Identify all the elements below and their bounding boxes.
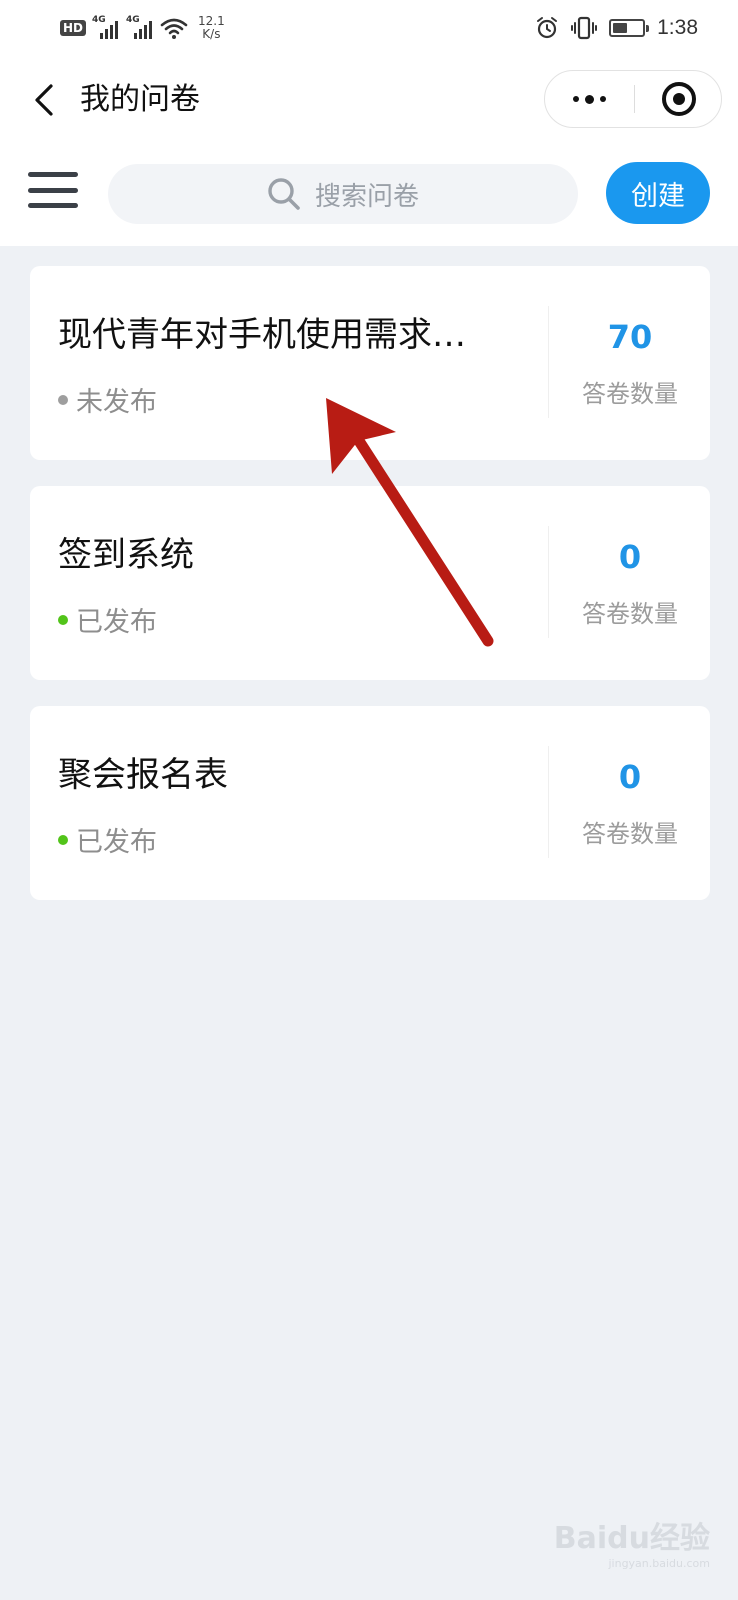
baidu-watermark: Baidu经验 jingyan.baidu.com: [554, 1513, 710, 1570]
response-count: 0: [618, 758, 642, 796]
survey-status-label: 已发布: [76, 827, 157, 858]
signal-icon: 4G: [92, 15, 120, 39]
watermark-url: jingyan.baidu.com: [608, 1557, 710, 1570]
status-dot-icon: [58, 834, 68, 845]
survey-status: 已发布: [58, 820, 157, 859]
survey-card[interactable]: 现代青年对手机使用需求… 未发布 70 答卷数量: [30, 266, 710, 460]
network-speed-unit: K/s: [202, 27, 221, 41]
survey-title: 聚会报名表: [58, 755, 228, 795]
network-type-label: 4G: [92, 15, 106, 25]
wifi-icon: [160, 18, 188, 39]
signal-icon: 4G: [126, 15, 154, 39]
response-count-label: 答卷数量: [582, 600, 678, 628]
status-right-group: 1:38: [535, 14, 698, 42]
vibrate-icon: [571, 16, 598, 40]
more-dot-icon: [573, 96, 579, 102]
search-input[interactable]: 搜索问卷: [108, 164, 578, 224]
page-title: 我的问卷: [80, 82, 200, 117]
more-dot-icon: [585, 94, 594, 104]
response-count: 70: [607, 318, 653, 356]
miniprogram-capsule: [544, 70, 722, 128]
alarm-icon: [537, 17, 558, 39]
response-count: 0: [618, 538, 642, 576]
network-type-label: 4G: [126, 15, 140, 25]
toolbar: 搜索问卷 创建: [0, 144, 738, 246]
survey-title: 现代青年对手机使用需求…: [58, 315, 466, 355]
card-divider: [548, 306, 549, 418]
survey-status-label: 已发布: [76, 607, 157, 638]
more-options-button[interactable]: [545, 71, 634, 127]
battery-icon: [609, 19, 650, 37]
watermark-brand: Baidu经验: [553, 1521, 710, 1556]
close-miniprogram-button[interactable]: [635, 71, 723, 127]
survey-card[interactable]: 签到系统 已发布 0 答卷数量: [30, 486, 710, 680]
menu-button[interactable]: [28, 170, 78, 210]
back-button[interactable]: [24, 78, 64, 122]
more-dot-icon: [600, 96, 606, 102]
hamburger-line: [28, 203, 78, 208]
status-left-group: HD 4G 4G 12.1 K/s: [60, 12, 225, 44]
hamburger-line: [28, 172, 78, 177]
create-button[interactable]: 创建: [606, 162, 710, 224]
survey-status: 未发布: [58, 380, 157, 419]
network-speed: 12.1 K/s: [198, 15, 225, 41]
search-icon: [268, 178, 300, 210]
survey-status: 已发布: [58, 600, 157, 639]
survey-card[interactable]: 聚会报名表 已发布 0 答卷数量: [30, 706, 710, 900]
hamburger-line: [28, 187, 78, 193]
card-divider: [548, 526, 549, 638]
clock-time: 1:38: [657, 16, 698, 39]
search-placeholder: 搜索问卷: [314, 181, 419, 212]
status-dot-icon: [58, 614, 68, 625]
target-circle-icon: [662, 82, 696, 116]
status-bar: HD 4G 4G 12.1 K/s 1:38: [0, 0, 738, 56]
response-count-label: 答卷数量: [582, 820, 678, 848]
chevron-left-icon: [35, 84, 53, 116]
status-dot-icon: [58, 394, 68, 405]
survey-title: 签到系统: [58, 535, 194, 575]
nav-bar: 我的问卷: [0, 56, 738, 144]
survey-status-label: 未发布: [76, 387, 157, 418]
card-divider: [548, 746, 549, 858]
hd-badge: HD: [60, 20, 87, 36]
response-count-label: 答卷数量: [582, 380, 678, 408]
